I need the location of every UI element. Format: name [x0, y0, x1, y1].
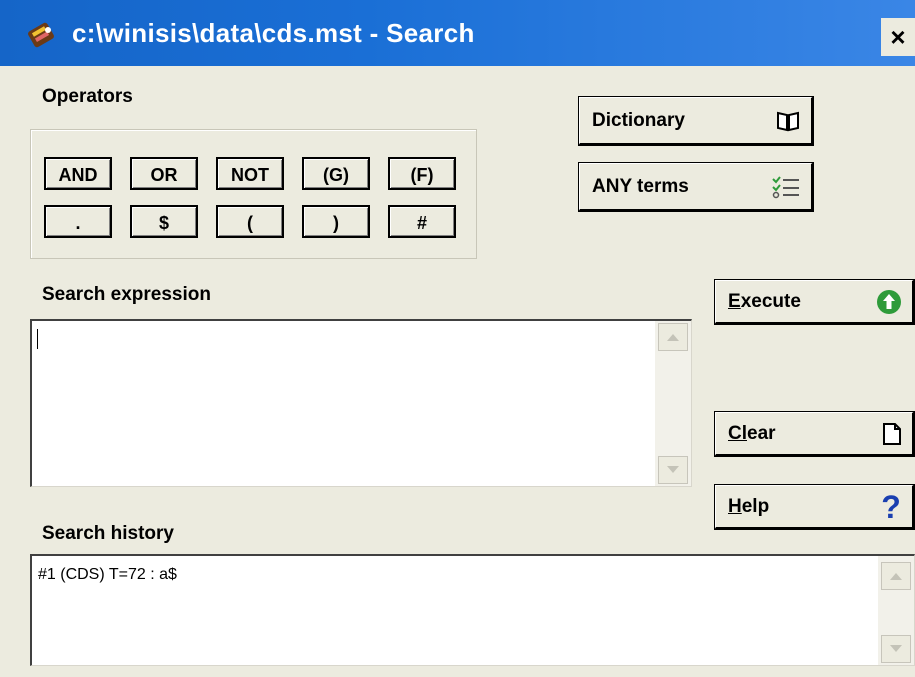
operator-not-button[interactable]: NOT — [216, 157, 284, 190]
search-expression-input[interactable] — [30, 319, 692, 487]
title-bar: c:\winisis\data\cds.mst - Search × — [0, 0, 915, 66]
operator-close-paren-button[interactable]: ) — [302, 205, 370, 238]
clear-button[interactable]: Clear — [714, 411, 915, 457]
question-mark-icon: ? — [881, 491, 901, 523]
help-button[interactable]: Help ? — [714, 484, 915, 530]
search-expression-label: Search expression — [42, 284, 211, 305]
blank-page-icon — [883, 422, 901, 445]
operator-or-button[interactable]: OR — [130, 157, 198, 190]
operator-f-button[interactable]: (F) — [388, 157, 456, 190]
scroll-up-icon — [890, 573, 902, 580]
operator-g-button[interactable]: (G) — [302, 157, 370, 190]
search-history-list[interactable]: #1 (CDS) T=72 : a$ — [30, 554, 915, 666]
winisis-app-icon — [28, 22, 54, 48]
search-expression-scrollbar[interactable] — [655, 321, 691, 486]
search-history-label: Search history — [42, 523, 174, 544]
scroll-down-icon — [667, 466, 679, 473]
clear-button-label: Clear — [728, 422, 776, 444]
scroll-up-icon — [667, 334, 679, 341]
svg-text:?: ? — [881, 491, 901, 523]
book-icon — [777, 111, 799, 131]
scroll-down-icon — [890, 645, 902, 652]
execute-button-label: Execute — [728, 290, 801, 312]
search-history-scrollbar[interactable] — [878, 556, 914, 665]
operator-and-button[interactable]: AND — [44, 157, 112, 190]
operator-open-paren-button[interactable]: ( — [216, 205, 284, 238]
operators-label: Operators — [42, 86, 133, 107]
checklist-icon — [772, 175, 799, 198]
operator-dollar-button[interactable]: $ — [130, 205, 198, 238]
execute-button[interactable]: Execute — [714, 279, 915, 325]
dictionary-button[interactable]: Dictionary — [578, 96, 814, 146]
window-title: c:\winisis\data\cds.mst - Search — [72, 18, 475, 48]
text-caret — [37, 329, 38, 349]
operator-dot-button[interactable]: . — [44, 205, 112, 238]
scroll-up-arrow[interactable] — [658, 323, 688, 351]
dictionary-button-label: Dictionary — [592, 109, 685, 131]
green-up-arrow-icon — [877, 289, 901, 314]
help-button-label: Help — [728, 495, 770, 517]
scroll-down-arrow[interactable] — [658, 456, 688, 484]
history-entry[interactable]: #1 (CDS) T=72 : a$ — [38, 566, 177, 584]
any-terms-button[interactable]: ANY terms — [578, 162, 814, 212]
any-terms-button-label: ANY terms — [592, 175, 689, 197]
operators-group: AND OR NOT (G) (F) . $ ( ) # — [30, 129, 477, 259]
operator-hash-button[interactable]: # — [388, 205, 456, 238]
history-scroll-down-arrow[interactable] — [881, 635, 911, 663]
history-scroll-up-arrow[interactable] — [881, 562, 911, 590]
close-button[interactable]: × — [881, 18, 915, 56]
